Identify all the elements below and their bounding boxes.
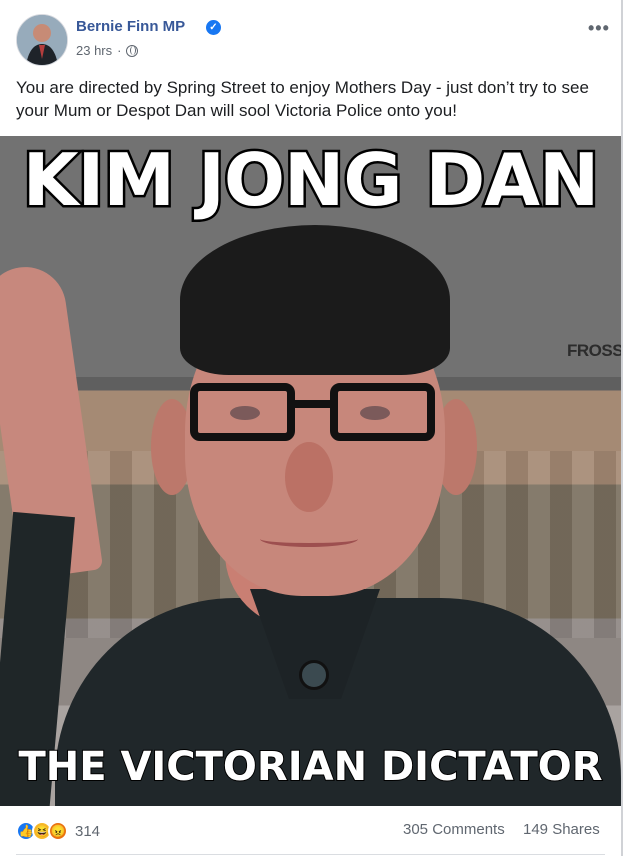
image-top-caption: KIM JONG DAN [20,136,601,225]
right-eye [360,406,390,420]
mouth [260,531,358,547]
post-author[interactable]: Bernie Finn MP [76,18,185,35]
nose [285,442,333,512]
post-image[interactable]: KIM JONG DAN FROSS THE VICTORIAN DICTATO… [0,136,621,806]
post-header: Bernie Finn MP ✓ 23 hrs · ••• [0,0,621,72]
meta-separator: · [117,43,122,58]
post-meta: 23 hrs · [76,43,139,58]
left-eye [230,406,260,420]
globe-icon[interactable] [126,44,139,57]
glasses-bridge [295,400,330,408]
more-options-button[interactable]: ••• [588,18,610,39]
reaction-summary[interactable]: 👍 😆 😠 314 [16,821,100,841]
image-watermark: FROSS [567,341,621,360]
hair [180,225,450,375]
post-footer: 👍 😆 😠 314 305 Comments 149 Shares [0,806,621,856]
post-time[interactable]: 23 hrs [76,43,112,58]
shares-count[interactable]: 149 Shares [523,821,600,838]
suit-button [299,660,329,690]
image-bottom-caption: THE VICTORIAN DICTATOR [17,743,603,791]
facebook-post: Bernie Finn MP ✓ 23 hrs · ••• You are di… [0,0,623,856]
comments-count[interactable]: 305 Comments [403,821,505,838]
avatar-image [17,15,67,65]
verified-icon: ✓ [206,20,221,35]
reaction-count: 314 [75,822,101,840]
post-text: You are directed by Spring Street to enj… [16,78,589,120]
angry-icon: 😠 [48,821,68,841]
author-avatar[interactable] [16,14,68,66]
footer-divider [16,854,605,855]
